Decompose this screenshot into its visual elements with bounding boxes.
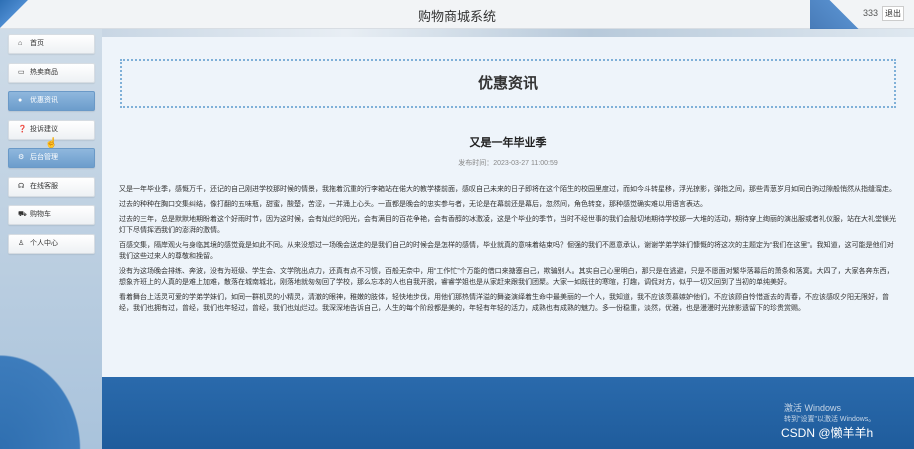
main-area: 优惠资讯 又是一年毕业季 发布时间：2023-03-27 11:00:59 又是…	[102, 29, 914, 449]
section-header: 优惠资讯	[120, 59, 896, 108]
sidebar-item-customer-service[interactable]: ☊ 在线客服	[8, 177, 95, 197]
sidebar-item-label: 后台管理	[30, 154, 58, 161]
mouse-cursor-icon: ☝	[45, 138, 58, 149]
article-paragraph: 过去的三年，总是默默地期盼着这个好雨时节，因为这时候，会有灿烂的阳光，会有满目的…	[119, 216, 896, 234]
article-paragraph: 没有为这场晚会排练、奔波，没有为班级、学生会、文学院出点力，还真有点不习惯，百般…	[119, 268, 894, 286]
sidebar-item-promotions[interactable]: ● 优惠资讯	[8, 91, 95, 111]
sidebar-wave-decoration	[0, 330, 102, 449]
question-icon: ❓	[18, 126, 27, 133]
csdn-credit: CSDN @懒羊羊h	[781, 426, 874, 440]
sidebar-item-label: 首页	[30, 40, 44, 47]
username-label: 333	[863, 8, 879, 18]
activation-line-1: 激活 Windows	[784, 403, 842, 413]
top-header: 购物商城系统 333 退出	[0, 0, 914, 29]
sidebar-item-home[interactable]: ⌂ 首页	[8, 34, 95, 54]
article-paragraph: 又是一年毕业季，感慨万千，还记的自己刚进学校那时候的情景，我拖着沉重的行李箱站在…	[119, 186, 896, 193]
sidebar-item-label: 热卖商品	[30, 69, 58, 76]
user-icon: ♙	[18, 240, 25, 247]
article-paragraph: 过去的种种在胸口交集纠结，像打翻的五味瓶，甜蜜，酸楚，苦涩，一并涌上心头。一直都…	[119, 201, 707, 208]
sidebar-item-label: 投诉建议	[30, 126, 58, 133]
article-paragraph: 看着舞台上活灵可爱的学弟学妹们，如同一群机灵的小精灵，清澈的眼神，稚嫩的肢体，轻…	[119, 294, 889, 312]
sidebar-item-label: 个人中心	[30, 240, 58, 247]
article-publish-time: 发布时间：2023-03-27 11:00:59	[458, 160, 558, 167]
sidebar-item-hot-products[interactable]: ▭ 热卖商品	[8, 63, 95, 83]
sidebar-item-profile[interactable]: ♙ 个人中心	[8, 234, 95, 254]
shop-icon: ▭	[18, 69, 25, 76]
sidebar-item-complaints[interactable]: ❓ 投诉建议	[8, 120, 95, 140]
sidebar-item-admin[interactable]: ⚙ 后台管理	[8, 148, 95, 168]
top-banner-strip	[102, 29, 914, 37]
section-title: 优惠资讯	[477, 74, 538, 92]
windows-activation-watermark: 激活 Windows 转到"设置"以激活 Windows。	[784, 403, 875, 425]
cart-icon: ⛟	[18, 211, 27, 218]
home-icon: ⌂	[18, 40, 23, 47]
admin-icon: ⚙	[18, 154, 25, 161]
sidebar-item-label: 购物车	[30, 211, 51, 218]
article-paragraph: 百感交集，隔岸观火与身临其境的感觉竟是如此不同。从来没想过一场晚会送走的是我们自…	[119, 242, 894, 260]
article-container: 优惠资讯 又是一年毕业季 发布时间：2023-03-27 11:00:59 又是…	[102, 37, 914, 377]
article-title: 又是一年毕业季	[469, 136, 547, 149]
article-body: 又是一年毕业季，感慨万千，还记的自己刚进学校那时候的情景，我拖着沉重的行李箱站在…	[119, 184, 897, 318]
sidebar-item-label: 在线客服	[30, 183, 58, 190]
sidebar-item-cart[interactable]: ⛟ 购物车	[8, 205, 95, 225]
logout-button[interactable]: 退出	[882, 6, 904, 21]
app-title: 购物商城系统	[417, 9, 496, 24]
headset-icon: ☊	[18, 183, 25, 190]
sidebar-item-label: 优惠资讯	[30, 97, 58, 104]
news-icon: ●	[18, 97, 23, 104]
